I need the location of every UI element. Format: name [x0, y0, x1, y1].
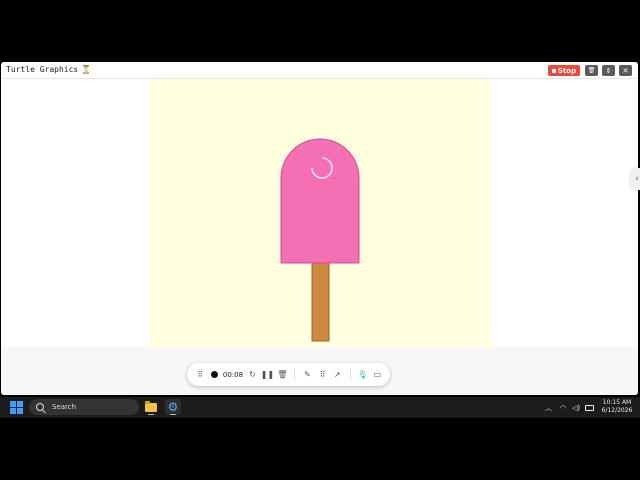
chevron-up-icon: ︿ — [545, 403, 552, 412]
drag-handle-icon[interactable]: ⠿ — [195, 363, 205, 386]
clock-date: 6/12/2026 — [601, 407, 633, 414]
wifi-icon: ◠ — [560, 403, 567, 412]
record-dot-icon — [210, 371, 218, 378]
toolbar-divider — [350, 369, 351, 380]
popsicle-body — [280, 138, 360, 264]
app-gear-icon: ⚙ — [167, 400, 179, 414]
battery-icon — [585, 404, 594, 411]
recording-timer: 00:08 — [222, 363, 244, 386]
battery-status[interactable] — [585, 397, 594, 418]
system-clock[interactable]: 10:15 AM 6/12/2026 — [600, 399, 634, 415]
turtle-canvas[interactable] — [1, 79, 638, 347]
restore-button[interactable]: ⇕ — [602, 65, 615, 76]
pause-icon: ❚❚ — [260, 370, 275, 379]
python-app-button[interactable]: ⚙ — [165, 399, 181, 415]
popsicle-stick — [311, 262, 330, 342]
speaker-icon: ◁) — [572, 403, 581, 412]
pen-icon: ✎ — [304, 370, 311, 379]
trash-icon: 🗑 — [587, 67, 596, 74]
trash-icon: 🗑 — [277, 370, 288, 379]
pen-button[interactable]: ✎ — [302, 363, 313, 386]
recording-toolbar: ⠿ 00:08 ↻ ❚❚ 🗑 ✎ ⠿ ➚ 🎙 ▭ — [187, 363, 390, 386]
grid-icon: ⠿ — [319, 370, 326, 379]
turtle-graphics-window: Turtle Graphics ⏳ Stop 🗑 ⇕ ✕ — [1, 62, 638, 395]
taskbar-search[interactable]: Search — [29, 399, 139, 415]
microphone-icon: 🎙 — [357, 370, 368, 379]
popsicle-drawing — [280, 138, 360, 342]
chevron-left-icon: ‹ — [635, 174, 639, 184]
search-icon — [36, 403, 44, 411]
restart-icon: ↻ — [249, 370, 256, 379]
pointer-icon: ➚ — [334, 370, 341, 379]
hourglass-icon: ⏳ — [81, 65, 92, 74]
stop-label: Stop — [557, 66, 577, 75]
search-label: Search — [52, 403, 77, 411]
title-bar: Turtle Graphics ⏳ Stop 🗑 ⇕ ✕ — [1, 62, 638, 79]
trash-button[interactable]: 🗑 — [585, 65, 598, 76]
camera-button[interactable]: ▭ — [372, 363, 383, 386]
elapsed-time: 00:08 — [222, 370, 244, 379]
file-explorer-button[interactable] — [143, 399, 159, 415]
clock-time: 10:15 AM — [602, 399, 632, 406]
close-button[interactable]: ✕ — [619, 65, 632, 76]
close-icon: ✕ — [622, 66, 629, 75]
restart-button[interactable]: ↻ — [247, 363, 258, 386]
app-running-indicator — [170, 413, 176, 415]
windows-start-icon[interactable] — [10, 401, 23, 414]
pointer-button[interactable]: ➚ — [332, 363, 343, 386]
volume-status[interactable]: ◁) — [572, 397, 580, 418]
stop-button[interactable]: Stop — [548, 65, 580, 76]
grid-button[interactable]: ⠿ — [317, 363, 328, 386]
window-title: Turtle Graphics ⏳ — [6, 65, 91, 74]
camera-icon: ▭ — [373, 370, 382, 379]
taskbar: Search ⚙ ︿ ◠ ◁) 10:15 AM 6/12/2026 — [0, 397, 640, 418]
delete-recording-button[interactable]: 🗑 — [277, 363, 288, 386]
microphone-button[interactable]: 🎙 — [357, 363, 368, 386]
window-title-text: Turtle Graphics — [6, 65, 79, 74]
stop-icon — [551, 68, 556, 73]
wifi-status[interactable]: ◠ — [560, 397, 566, 418]
restore-icon: ⇕ — [605, 66, 612, 75]
record-button[interactable] — [209, 363, 219, 386]
app-running-indicator — [148, 413, 154, 415]
folder-icon — [145, 400, 157, 412]
side-panel-handle[interactable]: ‹ — [630, 168, 640, 190]
tray-overflow[interactable]: ︿ — [545, 397, 552, 418]
pause-button[interactable]: ❚❚ — [260, 363, 275, 386]
toolbar-divider — [294, 369, 295, 380]
